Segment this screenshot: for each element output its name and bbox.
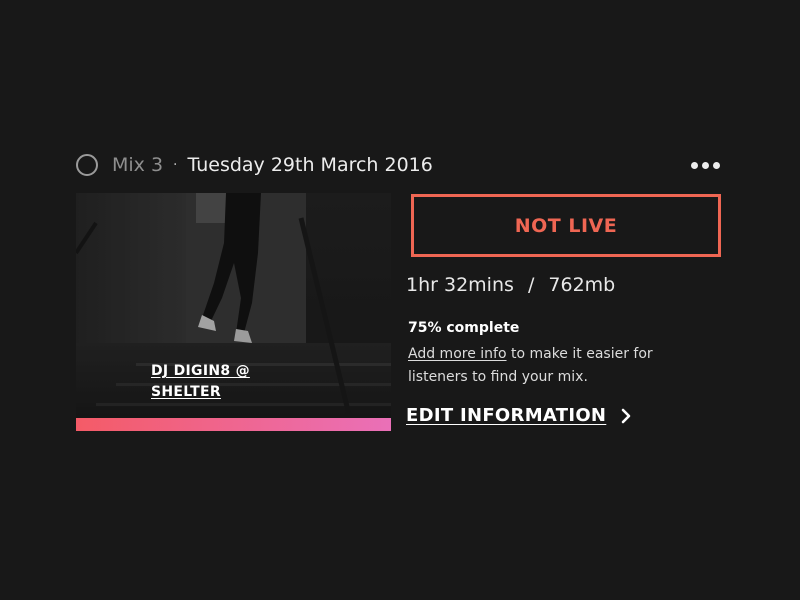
more-dot-icon bbox=[702, 161, 709, 169]
upload-progress-bar bbox=[76, 418, 391, 431]
mix-name: Mix 3 bbox=[112, 154, 164, 176]
more-options-button[interactable] bbox=[689, 158, 722, 173]
stats-separator: / bbox=[527, 274, 535, 296]
more-dot-icon bbox=[713, 161, 720, 169]
mix-date: Tuesday 29th March 2016 bbox=[187, 154, 433, 176]
chevron-right-icon bbox=[621, 408, 631, 423]
mix-header: Mix 3 · Tuesday 29th March 2016 bbox=[76, 150, 722, 180]
mix-size: 762mb bbox=[548, 274, 616, 296]
mix-artwork[interactable]: DJ DIGIN8 @ SHELTER bbox=[76, 193, 391, 431]
mix-card: Mix 3 · Tuesday 29th March 2016 DJ DIGIN… bbox=[0, 0, 800, 600]
edit-information-link[interactable]: EDIT INFORMATION bbox=[406, 405, 632, 426]
separator-dot: · bbox=[173, 157, 178, 173]
live-status-label: NOT LIVE bbox=[514, 214, 618, 237]
add-more-info-link[interactable]: Add more info bbox=[408, 346, 507, 362]
edit-information-label: EDIT INFORMATION bbox=[406, 405, 607, 426]
upload-progress-fill bbox=[76, 418, 391, 431]
artwork-title[interactable]: DJ DIGIN8 @ SHELTER bbox=[151, 361, 301, 403]
completion-label: 75% complete bbox=[408, 320, 520, 336]
more-dot-icon bbox=[691, 161, 698, 169]
mix-stats: 1hr 32mins / 762mb bbox=[406, 274, 615, 296]
live-status-badge[interactable]: NOT LIVE bbox=[411, 194, 721, 257]
mix-duration: 1hr 32mins bbox=[406, 274, 514, 296]
info-prompt: Add more info to make it easier for list… bbox=[408, 343, 698, 389]
select-circle-icon[interactable] bbox=[76, 154, 98, 176]
